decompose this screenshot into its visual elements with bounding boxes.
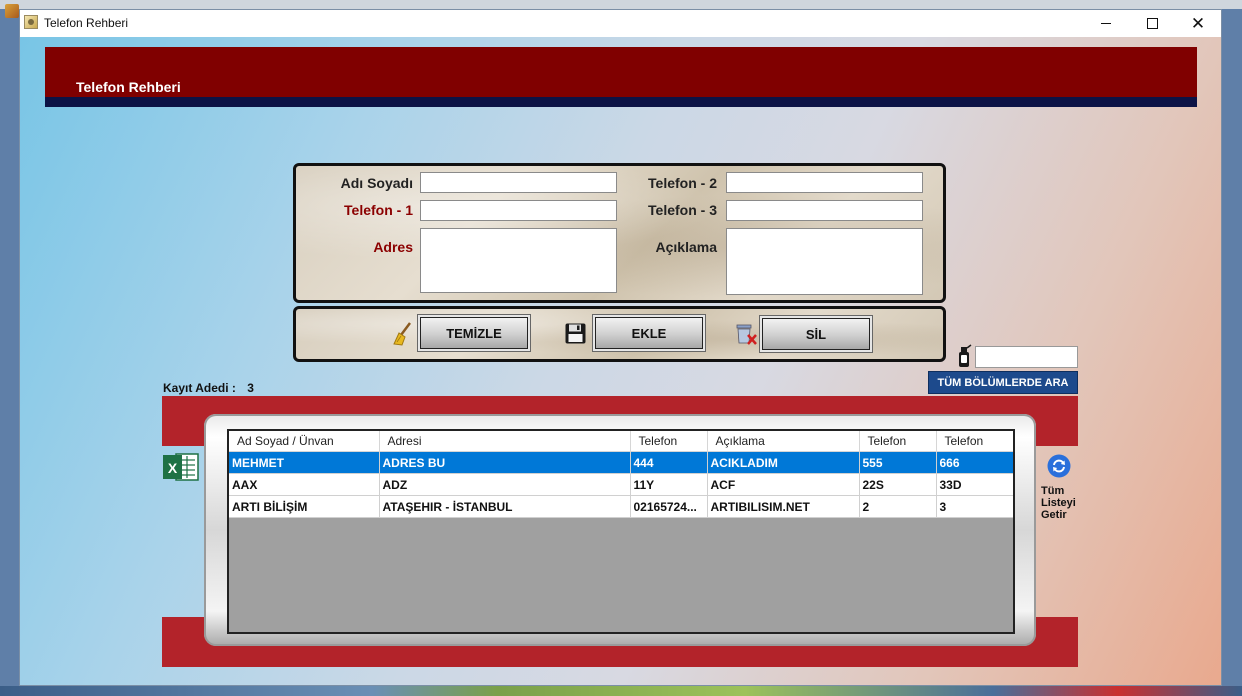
- title-bar[interactable]: Telefon Rehberi ✕: [20, 10, 1221, 37]
- close-icon: ✕: [1190, 14, 1206, 33]
- table-cell[interactable]: MEHMET: [229, 451, 380, 474]
- table-cell[interactable]: ATAŞEHIR - İSTANBUL: [379, 495, 631, 518]
- desktop-background: [0, 0, 1242, 9]
- column-header-phone3[interactable]: Telefon: [936, 431, 1013, 452]
- address-label: Adres: [373, 239, 413, 255]
- table-cell[interactable]: 11Y: [630, 473, 708, 496]
- clear-button-label: TEMİZLE: [420, 317, 528, 349]
- refresh-icon[interactable]: [1047, 454, 1071, 478]
- maximize-button[interactable]: [1129, 10, 1175, 37]
- phone3-label: Telefon - 3: [648, 202, 717, 218]
- window-scrollbar[interactable]: [1221, 637, 1222, 686]
- close-button[interactable]: ✕: [1175, 10, 1221, 37]
- table-row[interactable]: AAX ADZ 11Y ACF 22S 33D: [229, 473, 1013, 496]
- column-header-address[interactable]: Adresi: [379, 431, 631, 452]
- header-underline: [45, 97, 1197, 107]
- table-row[interactable]: ARTI BİLİŞİM ATAŞEHIR - İSTANBUL 0216572…: [229, 495, 1013, 518]
- table-cell[interactable]: 666: [936, 451, 1013, 474]
- page-title: Telefon Rehberi: [76, 79, 181, 95]
- name-field[interactable]: [420, 172, 617, 193]
- table-row[interactable]: MEHMET ADRES BU 444 ACIKLADIM 555 666: [229, 451, 1013, 474]
- table-cell[interactable]: ADZ: [379, 473, 631, 496]
- phone1-field[interactable]: [420, 200, 617, 221]
- table-cell[interactable]: 444: [630, 451, 708, 474]
- action-panel: TEMİZLE EKLE SİL: [293, 306, 946, 362]
- table-cell[interactable]: ADRES BU: [379, 451, 631, 474]
- address-field[interactable]: [420, 228, 617, 293]
- excel-export-icon[interactable]: X: [162, 452, 199, 482]
- client-area: Telefon Rehberi Adı Soyadı Telefon - 1 A…: [20, 37, 1222, 686]
- record-count-label: Kayıt Adedi :: [163, 381, 236, 395]
- column-header-name[interactable]: Ad Soyad / Ünvan: [229, 431, 380, 452]
- contact-form-panel: Adı Soyadı Telefon - 1 Adres Telefon - 2…: [293, 163, 946, 303]
- desktop-taskbar-strip: [0, 686, 1242, 696]
- search-all-button[interactable]: TÜM BÖLÜMLERDE ARA: [928, 371, 1078, 394]
- minimize-button[interactable]: [1083, 10, 1129, 37]
- main-window: Telefon Rehberi ✕ Telefon Rehberi Adı So…: [19, 9, 1222, 686]
- name-label: Adı Soyadı: [340, 175, 413, 191]
- minimize-icon: [1101, 23, 1111, 24]
- record-count: Kayıt Adedi : 3: [163, 381, 254, 395]
- table-cell[interactable]: 3: [936, 495, 1013, 518]
- app-icon: [24, 15, 38, 29]
- search-input[interactable]: [975, 346, 1078, 368]
- desktop-app-icon: [5, 4, 19, 18]
- table-cell[interactable]: 2: [859, 495, 937, 518]
- broom-icon: [393, 322, 411, 346]
- phone3-field[interactable]: [726, 200, 923, 221]
- window-title: Telefon Rehberi: [44, 16, 129, 30]
- header-band: [45, 47, 1197, 97]
- table-cell[interactable]: ACF: [707, 473, 860, 496]
- table-cell[interactable]: 555: [859, 451, 937, 474]
- delete-button-label: SİL: [762, 318, 870, 350]
- table-cell[interactable]: AAX: [229, 473, 380, 496]
- phone2-label: Telefon - 2: [648, 175, 717, 191]
- table-cell[interactable]: ACIKLADIM: [707, 451, 860, 474]
- save-disk-icon: [565, 323, 586, 344]
- table-cell[interactable]: 02165724...: [630, 495, 708, 518]
- add-button-label: EKLE: [595, 317, 703, 349]
- svg-text:X: X: [168, 460, 178, 476]
- note-label: Açıklama: [655, 239, 717, 255]
- column-header-phone2[interactable]: Telefon: [859, 431, 937, 452]
- record-count-value: 3: [247, 381, 254, 395]
- contacts-grid[interactable]: Ad Soyad / Ünvan Adresi Telefon Açıklama…: [227, 429, 1015, 634]
- maximize-icon: [1146, 18, 1158, 29]
- spray-icon: [959, 344, 972, 367]
- table-cell[interactable]: ARTIBILISIM.NET: [707, 495, 860, 518]
- phone2-field[interactable]: [726, 172, 923, 193]
- add-button[interactable]: EKLE: [592, 314, 706, 352]
- grid-header-row: Ad Soyad / Ünvan Adresi Telefon Açıklama…: [229, 431, 1013, 452]
- table-cell[interactable]: 22S: [859, 473, 937, 496]
- delete-icon: [736, 324, 757, 345]
- refresh-label[interactable]: Tüm Listeyi Getir: [1041, 485, 1081, 521]
- note-field[interactable]: [726, 228, 923, 295]
- table-cell[interactable]: 33D: [936, 473, 1013, 496]
- column-header-phone[interactable]: Telefon: [630, 431, 708, 452]
- table-cell[interactable]: ARTI BİLİŞİM: [229, 495, 380, 518]
- clear-button[interactable]: TEMİZLE: [417, 314, 531, 352]
- column-header-note[interactable]: Açıklama: [707, 431, 860, 452]
- delete-button[interactable]: SİL: [759, 315, 873, 353]
- phone1-label: Telefon - 1: [344, 202, 413, 218]
